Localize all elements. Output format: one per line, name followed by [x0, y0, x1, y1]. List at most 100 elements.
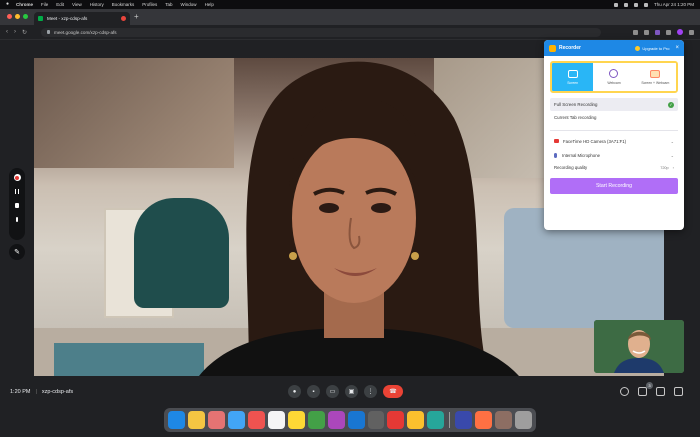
notes-icon[interactable]: [187, 411, 205, 429]
bookmark-star-icon[interactable]: [644, 29, 649, 35]
people-icon[interactable]: [638, 387, 647, 396]
menu-history[interactable]: History: [90, 2, 104, 7]
finder-icon[interactable]: [168, 411, 185, 429]
macos-dock: [164, 408, 536, 432]
camera-permission-icon[interactable]: [633, 29, 638, 35]
option-current-tab[interactable]: Current Tab recording: [550, 111, 678, 124]
record-icon[interactable]: [13, 174, 21, 181]
battery-icon[interactable]: [623, 2, 628, 7]
chrome-icon[interactable]: [407, 411, 425, 429]
control-center-icon[interactable]: [643, 2, 648, 7]
search-icon[interactable]: [633, 2, 638, 7]
mail-icon[interactable]: [247, 411, 265, 429]
microphone-toggle-button[interactable]: ●: [288, 385, 301, 398]
start-recording-button[interactable]: Start Recording: [550, 178, 678, 194]
menu-app[interactable]: Chrome: [16, 2, 33, 7]
browser-tab-strip: Meet - xzp-cdsp-afs +: [0, 9, 700, 25]
new-tab-button[interactable]: +: [134, 13, 139, 21]
extensions-puzzle-icon[interactable]: [666, 29, 671, 35]
meeting-info-separator: |: [35, 389, 37, 395]
microphone-icon: [554, 152, 557, 158]
menu-edit[interactable]: Edit: [56, 2, 64, 7]
tab-recording-indicator-icon[interactable]: [121, 16, 126, 21]
pause-icon[interactable]: [14, 188, 21, 195]
captions-button[interactable]: ▭: [326, 385, 339, 398]
preview-icon[interactable]: [455, 411, 473, 429]
app-store-icon[interactable]: [347, 411, 365, 429]
launchpad-icon[interactable]: [207, 411, 225, 429]
menu-profiles[interactable]: Profiles: [142, 2, 157, 7]
keynote-icon[interactable]: [327, 411, 345, 429]
calendar-icon[interactable]: [267, 411, 285, 429]
reload-icon[interactable]: ↻: [22, 29, 27, 36]
present-screen-button[interactable]: ▣: [345, 385, 358, 398]
browser-toolbar: ‹ › ↻ meet.google.com/xzp-cdsp-afs: [0, 25, 700, 40]
menu-tab[interactable]: Tab: [165, 2, 172, 7]
camera-toggle-button[interactable]: ▪: [307, 385, 320, 398]
mode-screen-webcam-label: Screen + Webcam: [641, 80, 670, 85]
mic-icon[interactable]: [14, 216, 21, 223]
self-view-tile[interactable]: [594, 320, 684, 373]
crown-icon: [635, 45, 641, 51]
activities-icon[interactable]: [674, 387, 683, 396]
back-icon[interactable]: ‹: [6, 29, 8, 35]
option-full-screen[interactable]: Full Screen Recording ✓: [550, 98, 678, 111]
menu-window[interactable]: Window: [181, 2, 197, 7]
screen-icon: [567, 69, 578, 78]
profile-avatar[interactable]: [677, 29, 683, 35]
stop-icon[interactable]: [14, 202, 21, 209]
mode-webcam[interactable]: Webcam: [593, 63, 635, 91]
background-rug: [54, 343, 204, 376]
close-window-button[interactable]: [7, 14, 12, 19]
mode-screen-webcam[interactable]: Screen + Webcam: [634, 63, 676, 91]
meet-favicon-icon: [38, 16, 43, 21]
wifi-icon[interactable]: [613, 2, 618, 7]
camera-select[interactable]: FaceTime HD Camera (3A71:F1) ⌄: [550, 135, 678, 147]
menu-view[interactable]: View: [72, 2, 82, 7]
minimize-window-button[interactable]: [15, 14, 20, 19]
check-icon: ✓: [668, 101, 674, 108]
apple-icon[interactable]: ●: [6, 2, 11, 7]
safari-icon[interactable]: [227, 411, 245, 429]
option-current-tab-label: Current Tab recording: [554, 115, 597, 120]
menu-file[interactable]: File: [41, 2, 48, 7]
vlc-icon[interactable]: [475, 411, 493, 429]
menu-bookmarks[interactable]: Bookmarks: [112, 2, 135, 7]
more-options-button[interactable]: ⋮: [364, 385, 377, 398]
participant-woman: [199, 61, 519, 376]
leave-call-button[interactable]: ☎: [383, 385, 403, 398]
recording-controls-bar: [9, 168, 25, 240]
mode-screen[interactable]: Screen: [552, 63, 594, 91]
desktop: ● Chrome File Edit View History Bookmark…: [0, 0, 700, 437]
menu-help[interactable]: Help: [205, 2, 214, 7]
recording-quality-select[interactable]: Recording quality 720p ›: [550, 165, 678, 170]
address-bar[interactable]: meet.google.com/xzp-cdsp-afs: [41, 27, 602, 37]
microphone-select[interactable]: Internal Microphone ⌄: [550, 149, 678, 161]
chat-icon[interactable]: [656, 387, 665, 396]
maps-icon[interactable]: [427, 411, 445, 429]
participant-man: [594, 320, 684, 373]
participant-count-badge: 3: [646, 382, 653, 389]
menubar-clock[interactable]: Thu Apr 24 1:20 PM: [654, 2, 694, 7]
lock-icon[interactable]: [47, 30, 51, 34]
trash-icon[interactable]: [515, 411, 533, 429]
meeting-details-icon[interactable]: [620, 387, 629, 396]
upgrade-to-pro-link[interactable]: Upgrade to Pro: [635, 45, 669, 51]
browser-tab-meet[interactable]: Meet - xzp-cdsp-afs: [34, 12, 130, 25]
close-panel-icon[interactable]: ×: [675, 45, 679, 51]
photos-folder-icon[interactable]: [495, 411, 513, 429]
recorder-extension-icon[interactable]: [655, 29, 660, 35]
numbers-icon[interactable]: [307, 411, 325, 429]
system-settings-icon[interactable]: [367, 411, 385, 429]
browser-menu-icon[interactable]: [689, 29, 694, 35]
annotation-pen-button[interactable]: ✎: [9, 244, 25, 260]
extension-icons: [633, 29, 694, 35]
tab-title: Meet - xzp-cdsp-afs: [47, 16, 88, 21]
mode-webcam-label: Webcam: [607, 81, 621, 85]
forward-icon[interactable]: ›: [14, 29, 16, 35]
url-text: meet.google.com/xzp-cdsp-afs: [54, 29, 117, 35]
news-icon[interactable]: [387, 411, 405, 429]
macos-menubar: ● Chrome File Edit View History Bookmark…: [0, 0, 700, 9]
zoom-window-button[interactable]: [23, 14, 28, 19]
stickies-icon[interactable]: [287, 411, 305, 429]
